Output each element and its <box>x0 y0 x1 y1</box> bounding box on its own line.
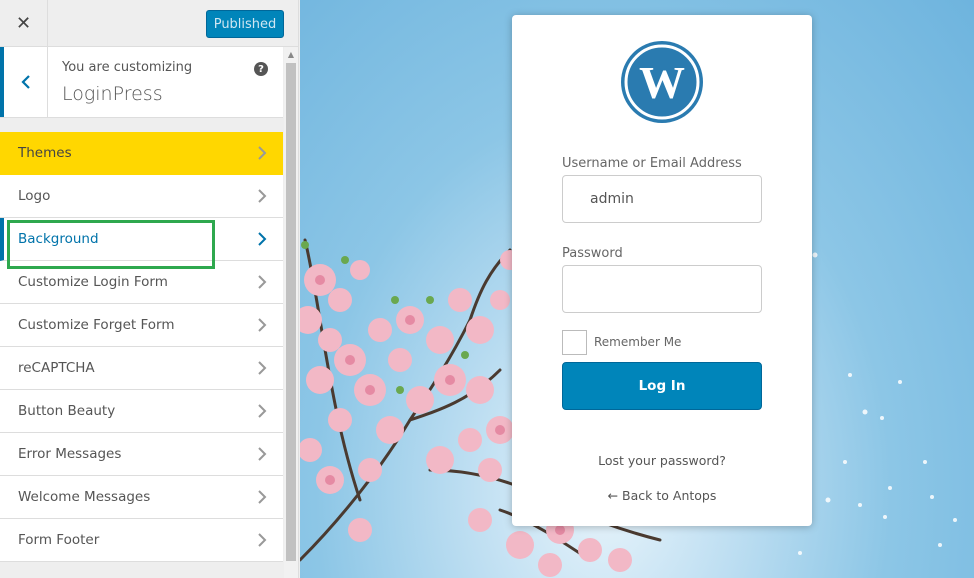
username-label: Username or Email Address <box>562 156 742 171</box>
login-button[interactable]: Log In <box>562 362 762 410</box>
svg-text:W: W <box>639 57 685 108</box>
help-icon[interactable]: ? <box>254 62 268 76</box>
chevron-left-icon <box>20 75 30 89</box>
menu-item-welcome-messages[interactable]: Welcome Messages <box>0 476 283 519</box>
menu-item-button-beauty[interactable]: Button Beauty <box>0 390 283 433</box>
chevron-right-icon <box>258 490 267 504</box>
password-label: Password <box>562 246 623 261</box>
chevron-right-icon <box>258 361 267 375</box>
customizing-title: LoginPress <box>62 83 163 105</box>
close-button[interactable]: ✕ <box>0 0 48 46</box>
lost-password-link[interactable]: Lost your password? <box>512 453 812 468</box>
menu-item-label: Error Messages <box>18 446 122 462</box>
chevron-right-icon <box>258 533 267 547</box>
chevron-right-icon <box>258 189 267 203</box>
menu-item-label: Welcome Messages <box>18 489 151 505</box>
chevron-right-icon <box>258 447 267 461</box>
menu-item-form-footer[interactable]: Form Footer <box>0 519 283 562</box>
menu-item-label: Button Beauty <box>18 403 116 419</box>
customizer-sidebar: ✕ Published You are customizing LoginPre… <box>0 0 299 578</box>
chevron-right-icon <box>258 318 267 332</box>
menu-item-label: Customize Forget Form <box>18 317 175 333</box>
chevron-right-icon <box>258 275 267 289</box>
scroll-up-arrow-icon[interactable]: ▲ <box>284 47 298 61</box>
menu-item-label: Background <box>18 231 99 247</box>
menu-item-customize-login-form[interactable]: Customize Login Form <box>0 261 283 304</box>
remember-me-checkbox[interactable] <box>562 330 587 355</box>
menu-item-recaptcha[interactable]: reCAPTCHA <box>0 347 283 390</box>
menu-item-logo[interactable]: Logo <box>0 175 283 218</box>
password-input[interactable] <box>562 265 762 313</box>
scroll-thumb[interactable] <box>286 63 296 561</box>
customizer-info: You are customizing LoginPress ? <box>0 47 283 118</box>
menu-item-label: Logo <box>18 188 51 204</box>
chevron-right-icon <box>258 146 267 160</box>
back-button[interactable] <box>0 47 48 117</box>
remember-me-label: Remember Me <box>594 335 682 349</box>
menu-item-label: Themes <box>18 145 72 161</box>
username-input[interactable]: admin <box>562 175 762 223</box>
menu-item-label: reCAPTCHA <box>18 360 95 376</box>
chevron-right-icon <box>258 232 267 246</box>
section-menu: Themes Logo Background Customize Login F… <box>0 132 283 562</box>
sidebar-scrollbar[interactable]: ▲ <box>284 47 298 578</box>
menu-item-themes[interactable]: Themes <box>0 132 283 175</box>
wordpress-logo-icon: W <box>621 41 703 123</box>
close-icon: ✕ <box>15 12 32 34</box>
menu-item-error-messages[interactable]: Error Messages <box>0 433 283 476</box>
publish-button[interactable]: Published <box>206 10 284 38</box>
menu-item-customize-forget-form[interactable]: Customize Forget Form <box>0 304 283 347</box>
login-form-card: W Username or Email Address admin Passwo… <box>512 15 812 526</box>
chevron-right-icon <box>258 404 267 418</box>
menu-item-label: Form Footer <box>18 532 100 548</box>
menu-item-label: Customize Login Form <box>18 274 168 290</box>
customizer-header: ✕ Published <box>0 0 298 47</box>
customizing-subtitle: You are customizing <box>62 60 193 75</box>
back-to-site-link[interactable]: ← Back to Antops <box>512 488 812 503</box>
login-preview: W Username or Email Address admin Passwo… <box>300 0 974 578</box>
menu-item-background[interactable]: Background <box>0 218 283 261</box>
